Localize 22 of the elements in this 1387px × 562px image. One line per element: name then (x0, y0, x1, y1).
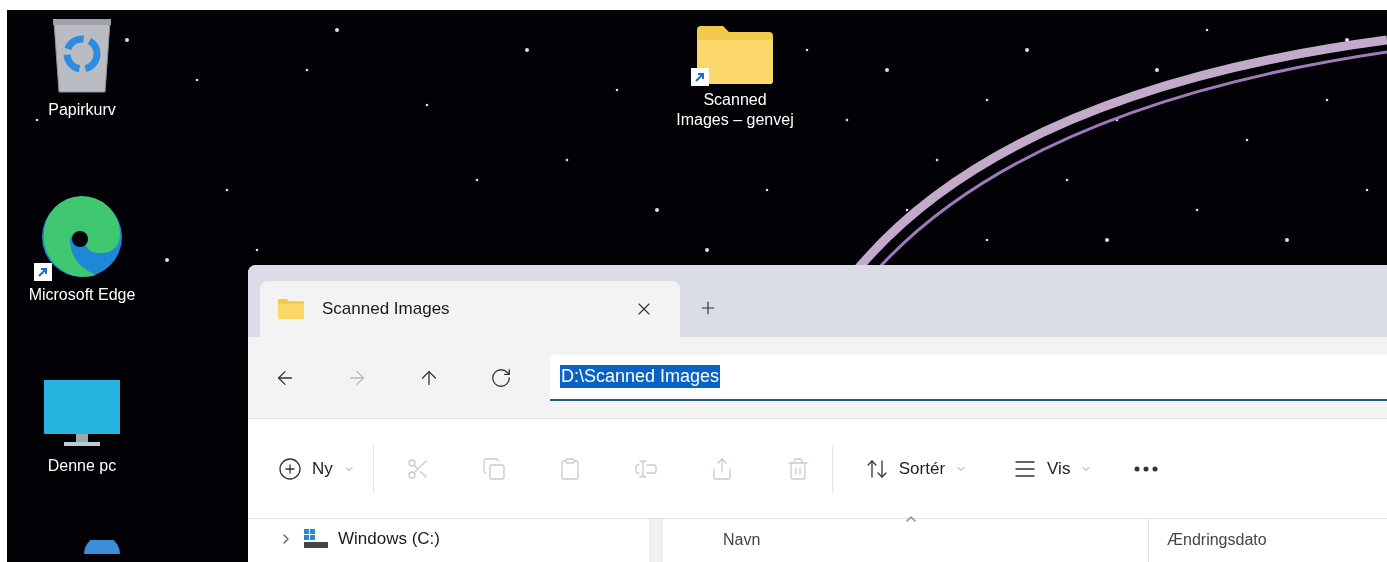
sidebar-item[interactable]: Windows (C:) (278, 529, 650, 549)
plus-circle-icon (278, 456, 302, 481)
more-icon (1134, 465, 1159, 472)
column-header[interactable]: Navn (663, 519, 1148, 562)
view-button[interactable]: Vis (1005, 450, 1101, 487)
browser-icon (40, 195, 124, 279)
drive-icon (304, 529, 328, 549)
desktop-icon-label[interactable]: Papirkurv (48, 100, 116, 120)
new-button[interactable]: Ny (270, 450, 363, 487)
folder-icon (278, 299, 304, 319)
folder-icon (697, 26, 773, 84)
address-field[interactable]: D:\Scanned Images (550, 354, 1387, 401)
desktop-icon-label[interactable]: Microsoft Edge (28, 285, 136, 305)
column-header[interactable]: Ændringsdato (1148, 519, 1387, 562)
recycle-bin-icon (51, 18, 113, 94)
globe-icon (82, 540, 122, 554)
copy-icon (481, 456, 506, 481)
desktop-icon-label[interactable]: Scanned Images – genvej (675, 90, 795, 130)
folder-tab[interactable]: Scanned Images (260, 281, 680, 337)
refresh-icon (490, 366, 512, 389)
sort-button[interactable]: Sortér (856, 450, 976, 487)
desktop-icon-label[interactable]: Denne pc (47, 456, 117, 476)
